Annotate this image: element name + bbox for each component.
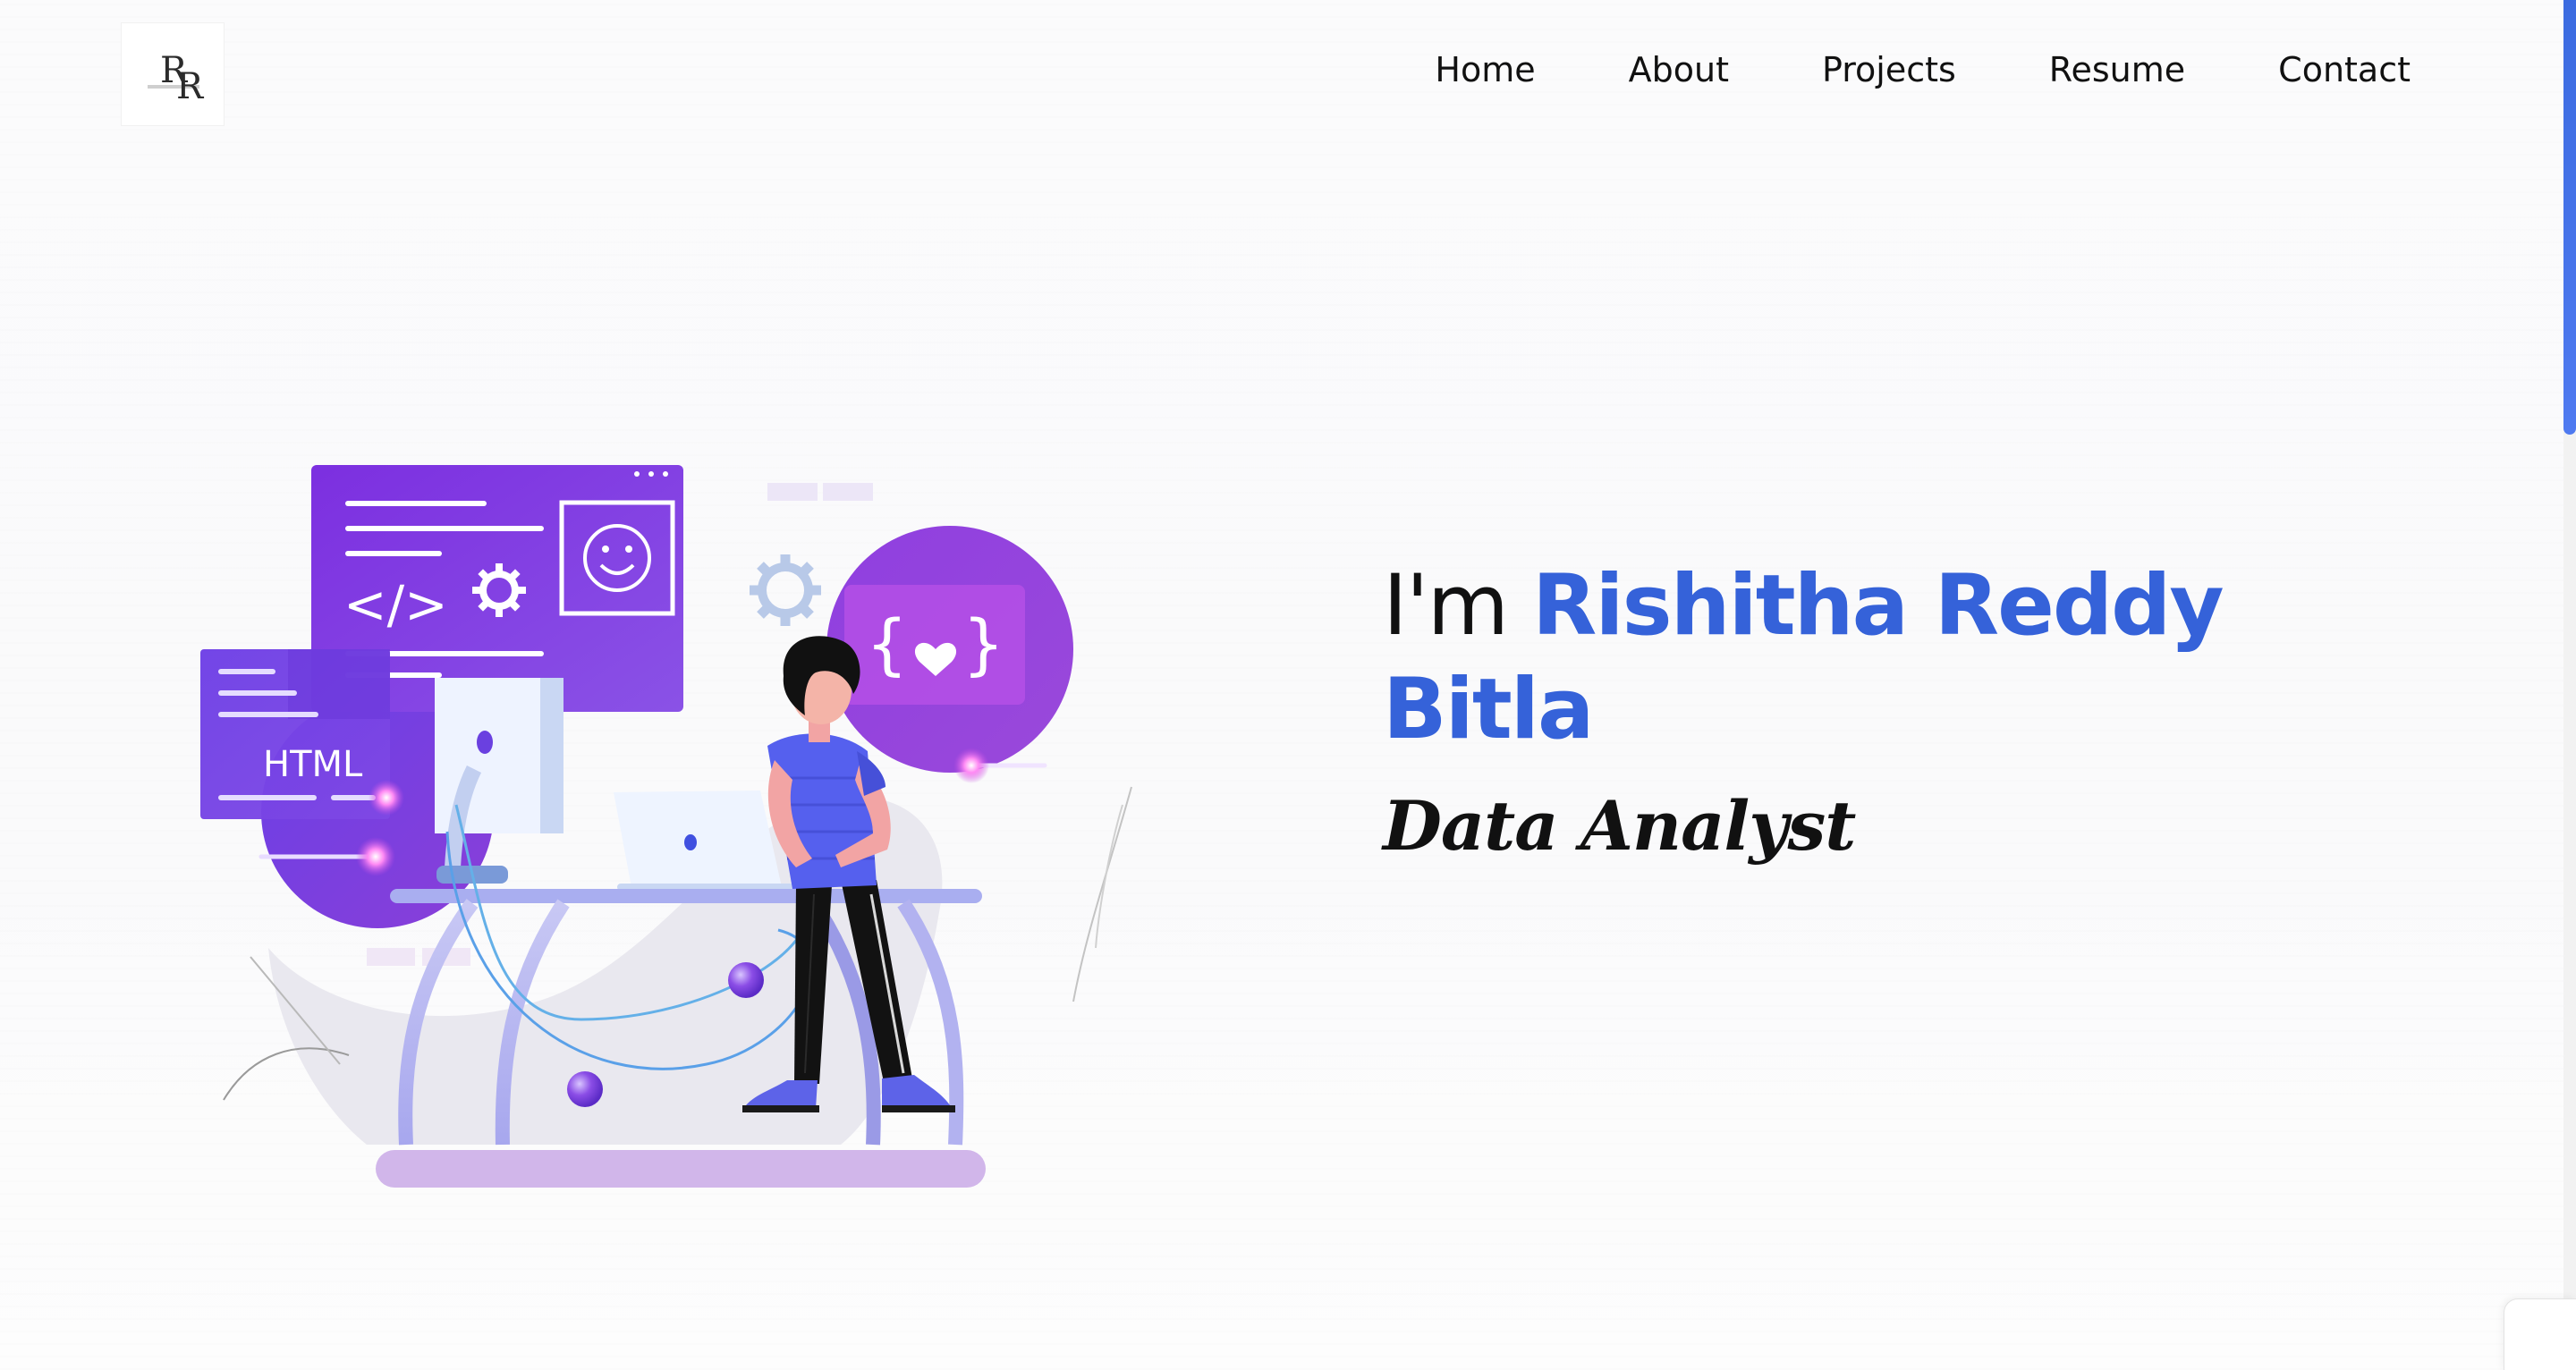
- nav-resume[interactable]: Resume: [2049, 48, 2185, 91]
- hero-heading: I'm Rishitha Reddy Bitla: [1383, 554, 2277, 762]
- scrollbar-thumb[interactable]: [2563, 0, 2576, 435]
- logo-letter-2: R: [176, 66, 204, 107]
- nav-contact[interactable]: Contact: [2278, 48, 2411, 91]
- logo-monogram: R R: [137, 38, 208, 110]
- brace-right: }: [962, 606, 1004, 683]
- code-icon: </>: [343, 574, 448, 635]
- brace-left: {: [866, 606, 908, 683]
- laptop: [614, 791, 782, 887]
- main-nav: Home About Projects Resume Contact: [1435, 48, 2411, 91]
- floating-gear-icon: [750, 554, 821, 626]
- hero-greeting: I'm: [1383, 557, 1533, 655]
- html-label: HTML: [263, 744, 363, 785]
- nav-projects[interactable]: Projects: [1822, 48, 1956, 91]
- developer-illustration: </> HTML {}: [200, 465, 1132, 1188]
- scrollbar-track[interactable]: [2563, 0, 2576, 1370]
- hero-text-block: I'm Rishitha Reddy Bitla Data Analyst: [1383, 554, 2277, 869]
- hero-role: Data Analyst: [1383, 786, 1856, 866]
- portfolio-page: R R Home About Projects Resume Contact <…: [0, 0, 2576, 1370]
- floor-bar: [376, 1150, 986, 1188]
- nav-about[interactable]: About: [1629, 48, 1729, 91]
- nav-home[interactable]: Home: [1435, 48, 1535, 91]
- site-logo[interactable]: R R: [122, 23, 224, 125]
- corner-widget[interactable]: [2504, 1298, 2576, 1370]
